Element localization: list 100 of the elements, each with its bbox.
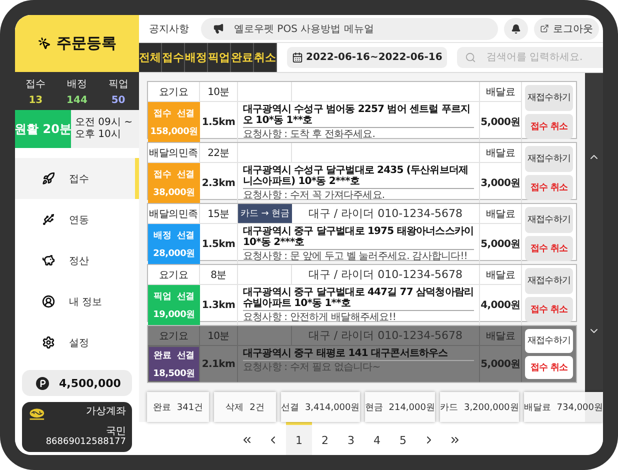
cancel-button[interactable]: 접수 취소 bbox=[525, 296, 573, 322]
stat-label: 배정 bbox=[66, 78, 87, 90]
reaccept-button[interactable]: 재접수하기 bbox=[525, 268, 573, 294]
double-chevron-right-icon bbox=[449, 434, 461, 446]
account-title: 가상계좌 bbox=[86, 407, 126, 418]
reaccept-button[interactable]: 재접수하기 bbox=[525, 85, 573, 110]
distance: 2.3km bbox=[202, 178, 236, 188]
stat-value: 50 bbox=[111, 94, 126, 106]
stat-label: 픽업 bbox=[108, 78, 128, 90]
elapsed-time: 10분 bbox=[208, 86, 230, 98]
summary-value: 734,000원 bbox=[556, 402, 603, 414]
delivery-fee: 5,000원 bbox=[480, 358, 520, 371]
request-note: 요청사항 : 도착 후 전화주세요. bbox=[243, 129, 376, 140]
delivery-address: 대구광역시 중구 달구벌대로 1975 태왕아너스스카이 10*동 2***호 bbox=[243, 226, 474, 250]
piggy-bank-icon bbox=[42, 254, 55, 267]
summary-label: 현금 bbox=[364, 402, 383, 414]
delivery-address: 대구광역시 중구 태평로 141 대구콘서트하우스 bbox=[243, 348, 474, 361]
filter-tab[interactable]: 픽업 bbox=[208, 43, 231, 72]
filter-tab[interactable]: 취소 bbox=[254, 43, 277, 72]
reaccept-button[interactable]: 재접수하기 bbox=[525, 146, 573, 172]
date-range-picker[interactable]: 2022-06-16~2022-06-16 bbox=[287, 47, 448, 68]
notice-text: 옐로우펫 POS 사용방법 메뉴얼 bbox=[234, 22, 374, 36]
elapsed-time: 8분 bbox=[210, 268, 226, 282]
search-input[interactable]: 검색어를 입력하세요. bbox=[484, 51, 603, 64]
request-note: 요청사항 : 문 앞에 두고 벨 눌러주세요. 감사합니다!! bbox=[243, 251, 468, 262]
fee-label: 배달료 bbox=[486, 268, 516, 282]
platform-name: 요기요 bbox=[158, 268, 188, 282]
delivery-fee: 5,000원 bbox=[480, 238, 520, 251]
summary-value: 3,414,000원 bbox=[304, 402, 360, 414]
settings-icon bbox=[42, 336, 55, 349]
notification-button[interactable] bbox=[504, 18, 528, 40]
summary-label: 삭제 bbox=[226, 402, 244, 414]
status-label: 배정 선결 bbox=[154, 230, 194, 242]
order-amount: 18,500원 bbox=[153, 368, 195, 380]
external-link-icon bbox=[540, 24, 549, 33]
notice-banner[interactable]: 옐로우펫 POS 사용방법 메뉴얼 bbox=[201, 18, 498, 40]
payment-change-text: 카드 → 현금 bbox=[240, 208, 290, 220]
search-field[interactable]: 검색어를 입력하세요. bbox=[457, 47, 603, 68]
filter-tab[interactable]: 완료 bbox=[231, 43, 254, 72]
rider-info: 대구 / 라이더 010-1234-5678 bbox=[308, 267, 463, 282]
fee-label: 배달료 bbox=[486, 86, 516, 98]
summary-value: 214,000원 bbox=[388, 402, 435, 414]
points-amount: 4,500,000 bbox=[59, 376, 121, 390]
summary-label: 선결 bbox=[280, 402, 299, 414]
summary-value: 2건 bbox=[250, 402, 264, 414]
traffic-status: 원활 20분 bbox=[15, 110, 71, 148]
user-icon bbox=[42, 295, 55, 308]
stat-value: 144 bbox=[66, 94, 88, 106]
notice-label: 공지사항 bbox=[149, 22, 189, 36]
cancel-button[interactable]: 접수 취소 bbox=[525, 356, 573, 379]
order-amount: 158,000원 bbox=[150, 126, 198, 138]
reaccept-button[interactable]: 재접수하기 bbox=[525, 329, 573, 352]
filter-tab[interactable]: 접수 bbox=[162, 43, 185, 72]
cancel-button[interactable]: 접수 취소 bbox=[525, 236, 573, 261]
reaccept-button[interactable]: 재접수하기 bbox=[525, 207, 573, 232]
account-number: 86869012588177 bbox=[46, 437, 126, 447]
delivery-address: 대구광역시 수성구 범어동 2257 범어 센트럴 푸르지오 10*동 1**호 bbox=[243, 104, 474, 128]
filter-tab[interactable]: 배정 bbox=[185, 43, 208, 72]
stat-label: 접수 bbox=[26, 78, 46, 90]
menu-item[interactable]: 접수 bbox=[15, 158, 139, 199]
status-label: 완료 선결 bbox=[154, 350, 194, 362]
platform-name: 배달의민족 bbox=[149, 208, 198, 220]
platform-name: 배달의민족 bbox=[149, 146, 198, 160]
request-note: 요청사항 : 수저 필요 없습니다~ bbox=[243, 362, 382, 373]
summary-label: 배달료 bbox=[524, 402, 551, 414]
rider-info: 대구 / 라이더 010-1234-5678 bbox=[308, 206, 463, 221]
summary-label: 완료 bbox=[152, 402, 171, 414]
points-icon bbox=[36, 376, 49, 390]
usb-icon bbox=[42, 213, 55, 226]
brand-title: 주문등록 bbox=[56, 34, 116, 53]
rocket-icon bbox=[42, 172, 55, 185]
search-icon bbox=[465, 52, 476, 63]
distance: 1.5km bbox=[202, 238, 236, 250]
order-amount: 19,000원 bbox=[153, 308, 195, 320]
summary-label: 카드 bbox=[440, 402, 458, 414]
cancel-button[interactable]: 접수 취소 bbox=[525, 114, 573, 139]
double-chevron-left-icon bbox=[241, 434, 253, 446]
filter-tab[interactable]: 전체 bbox=[139, 43, 162, 72]
cancel-button[interactable]: 접수 취소 bbox=[525, 174, 573, 200]
distance: 2.1km bbox=[202, 358, 236, 370]
bank-name: 국민 bbox=[106, 426, 126, 437]
tiger-logo-icon bbox=[28, 407, 46, 421]
elapsed-time: 10분 bbox=[208, 330, 230, 342]
status-label: 접수 선결 bbox=[154, 108, 194, 120]
fee-label: 배달료 bbox=[486, 146, 516, 160]
request-note: 요청사항 : 수저 꼭 가져다주세요. bbox=[243, 190, 386, 201]
delivery-fee: 4,000원 bbox=[480, 299, 520, 312]
order-amount: 28,000원 bbox=[153, 248, 195, 260]
stat-value: 13 bbox=[28, 94, 43, 106]
fee-label: 배달료 bbox=[486, 330, 516, 342]
business-hours: 오전 09시 ~ 오후 10시 bbox=[71, 110, 139, 148]
calendar-icon bbox=[292, 52, 303, 63]
distance: 1.5km bbox=[202, 116, 236, 128]
megaphone-icon bbox=[213, 23, 224, 34]
page-button[interactable]: 1 bbox=[286, 422, 312, 455]
rider-info: 대구 / 라이더 010-1234-5678 bbox=[308, 328, 463, 343]
logout-button[interactable]: 로그아웃 bbox=[534, 18, 599, 40]
cursor-click-icon bbox=[38, 37, 50, 50]
platform-name: 요기요 bbox=[158, 330, 188, 342]
request-note: 요청사항 : 안전하게 배달해주세요!! bbox=[243, 312, 397, 323]
